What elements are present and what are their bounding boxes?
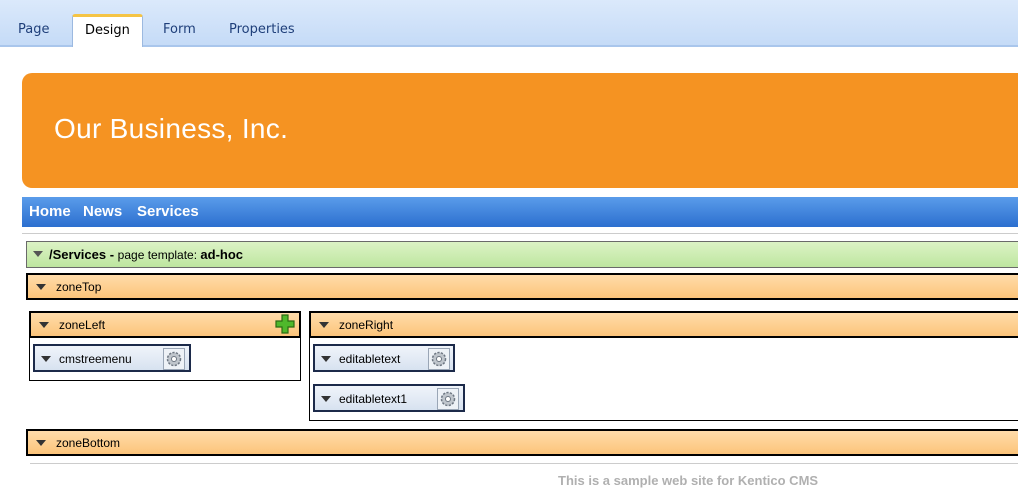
zone-left-label: zoneLeft <box>59 318 106 332</box>
menu-item-services[interactable]: Services <box>137 203 199 220</box>
arrow-down-icon[interactable] <box>321 396 331 402</box>
zone-top-label: zoneTop <box>56 280 102 294</box>
zone-top-bar[interactable]: zoneTop <box>26 273 1018 300</box>
arrow-down-icon[interactable] <box>319 322 329 328</box>
gear-icon[interactable] <box>163 348 185 370</box>
arrow-down-icon[interactable] <box>36 284 46 290</box>
tab-design[interactable]: Design <box>72 14 143 47</box>
webpart-label: cmstreemenu <box>59 352 132 366</box>
webpart-label: editabletext1 <box>339 392 408 406</box>
tab-properties[interactable]: Properties <box>217 14 307 47</box>
template-name: ad-hoc <box>200 247 244 262</box>
header-banner: Our Business, Inc. <box>22 73 1018 188</box>
site-title: Our Business, Inc. <box>54 113 289 144</box>
page-template-bar[interactable]: /Services - page template: ad-hoc <box>26 241 1018 268</box>
webpart-editabletext[interactable]: editabletext <box>313 344 455 372</box>
zone-left-bar[interactable]: zoneLeft <box>29 311 301 338</box>
zone-bottom-label: zoneBottom <box>56 436 121 450</box>
arrow-down-icon[interactable] <box>41 356 51 362</box>
arrow-down-icon[interactable] <box>39 322 49 328</box>
page-path: /Services <box>49 247 107 262</box>
footer-divider <box>30 463 1018 464</box>
arrow-down-icon[interactable] <box>36 440 46 446</box>
template-label: page template: <box>117 248 201 262</box>
gear-icon[interactable] <box>437 388 459 410</box>
zone-right-bar[interactable]: zoneRight <box>309 311 1018 338</box>
main-menu: Home News Services <box>22 197 1018 227</box>
template-info: /Services - page template: ad-hoc <box>49 247 243 262</box>
menu-item-home[interactable]: Home <box>29 203 71 220</box>
add-webpart-icon[interactable] <box>275 314 295 334</box>
footer-text: This is a sample web site for Kentico CM… <box>558 473 819 488</box>
webpart-label: editabletext <box>339 352 401 366</box>
tab-form[interactable]: Form <box>151 14 208 47</box>
divider <box>22 233 1018 234</box>
tab-page[interactable]: Page <box>6 14 61 47</box>
tab-bar: Page Design Form Properties <box>0 0 1018 47</box>
template-separator: - <box>106 247 118 262</box>
zone-right-label: zoneRight <box>339 318 394 332</box>
arrow-down-icon[interactable] <box>321 356 331 362</box>
arrow-down-icon[interactable] <box>33 251 43 257</box>
webpart-cmstreemenu[interactable]: cmstreemenu <box>33 344 191 372</box>
gear-icon[interactable] <box>428 348 450 370</box>
webpart-editabletext1[interactable]: editabletext1 <box>313 384 465 412</box>
zone-bottom-bar[interactable]: zoneBottom <box>26 429 1018 456</box>
menu-item-news[interactable]: News <box>83 203 122 220</box>
